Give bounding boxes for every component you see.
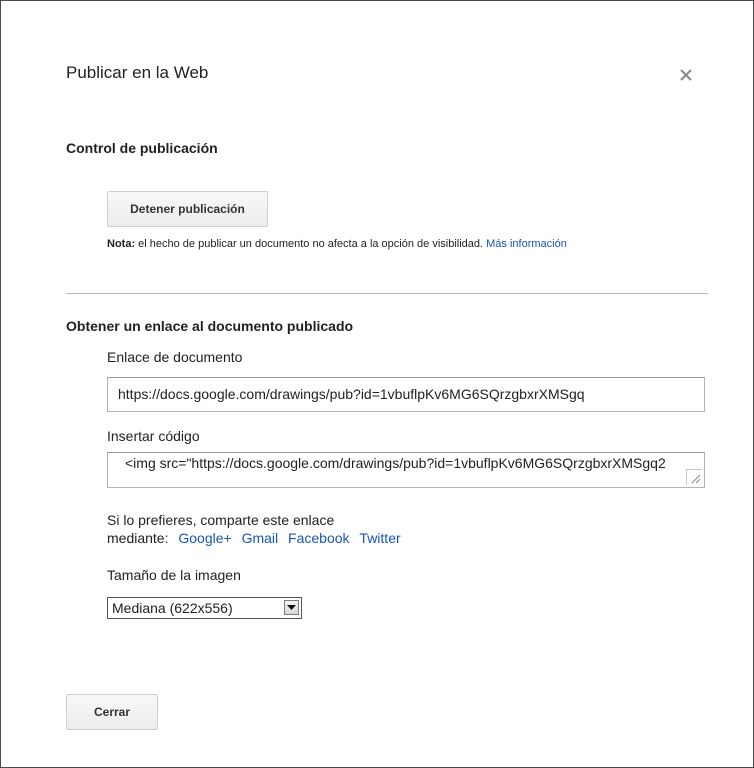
doc-link-value: https://docs.google.com/drawings/pub?id=…: [118, 386, 585, 402]
share-section: Si lo prefieres, comparte este enlace me…: [107, 511, 401, 547]
close-icon[interactable]: [678, 67, 694, 83]
resize-handle-icon[interactable]: [686, 469, 702, 485]
doc-link-label: Enlace de documento: [107, 349, 243, 365]
publishing-control-heading: Control de publicación: [66, 140, 218, 156]
more-info-link[interactable]: Más información: [486, 238, 567, 250]
image-size-label: Tamaño de la imagen: [107, 567, 241, 583]
share-twitter-link[interactable]: Twitter: [359, 530, 400, 546]
share-line-2: mediante: Google+ Gmail Facebook Twitter: [107, 529, 401, 547]
share-googleplus-link[interactable]: Google+: [178, 530, 231, 546]
embed-code-value: <img src="https://docs.google.com/drawin…: [125, 455, 666, 471]
dropdown-arrow-icon[interactable]: [284, 600, 299, 615]
share-via-label: mediante:: [107, 530, 169, 546]
dialog-title: Publicar en la Web: [66, 63, 209, 82]
image-size-select[interactable]: Mediana (622x556): [107, 597, 302, 619]
close-button[interactable]: Cerrar: [66, 694, 158, 730]
publish-dialog: Publicar en la Web Control de publicació…: [0, 0, 754, 768]
stop-publishing-button[interactable]: Detener publicación: [107, 191, 268, 227]
section-divider: [66, 293, 708, 294]
embed-code-label: Insertar código: [107, 428, 200, 444]
publishing-note: Nota: el hecho de publicar un documento …: [107, 237, 687, 252]
get-link-heading: Obtener un enlace al documento publicado: [66, 318, 354, 334]
note-label: Nota:: [107, 238, 136, 250]
doc-link-field[interactable]: https://docs.google.com/drawings/pub?id=…: [107, 377, 705, 412]
share-gmail-link[interactable]: Gmail: [242, 530, 279, 546]
share-line-1: Si lo prefieres, comparte este enlace: [107, 512, 335, 528]
image-size-value: Mediana (622x556): [112, 600, 233, 616]
share-facebook-link[interactable]: Facebook: [288, 530, 349, 546]
embed-code-textarea[interactable]: <img src="https://docs.google.com/drawin…: [107, 452, 705, 488]
note-text: el hecho de publicar un documento no afe…: [135, 238, 484, 250]
